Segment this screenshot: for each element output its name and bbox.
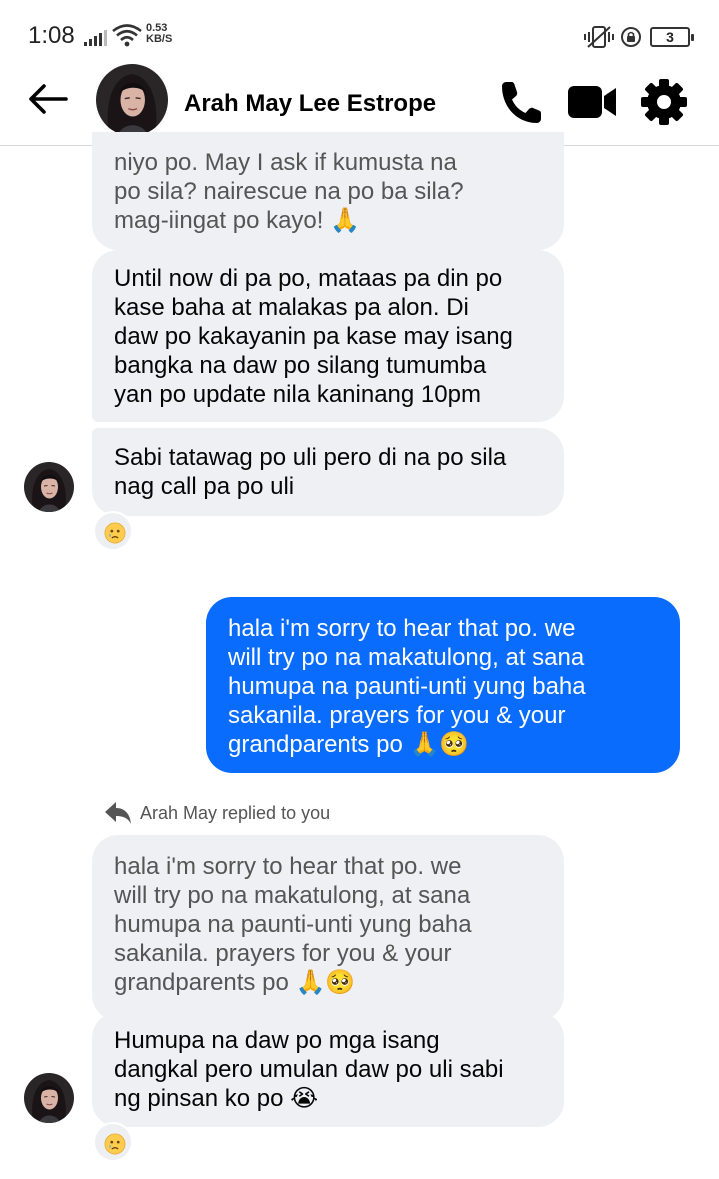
crying-face-reaction-icon	[104, 1133, 126, 1155]
message-text-line: hala i'm sorry to hear that po. we	[228, 615, 576, 642]
message-text-line: sakanila. prayers for you & your	[228, 702, 566, 729]
message-text-line: niyo po. May I ask if kumusta na	[114, 149, 457, 176]
message-text-line: po sila? nairescue na po ba sila?	[114, 178, 464, 205]
message-text-line: grandparents po 🙏🥺	[228, 731, 470, 758]
video-call-icon[interactable]	[566, 82, 618, 122]
sender-avatar[interactable]	[24, 1073, 74, 1123]
settings-gear-icon[interactable]	[640, 78, 688, 126]
sender-avatar[interactable]	[24, 462, 74, 512]
message-text-line: bangka na daw po silang tumumba	[114, 352, 487, 379]
message-text-line: Sabi tatawag po uli pero di na po sila	[114, 444, 507, 471]
message-bubble-incoming[interactable]: Humupa na daw po mga isang dangkal pero …	[92, 1012, 564, 1127]
status-time: 1:08	[28, 22, 75, 49]
contact-name[interactable]: Arah May Lee Estrope	[184, 90, 436, 118]
message-bubble-incoming[interactable]: Sabi tatawag po uli pero di na po sila n…	[92, 428, 564, 516]
message-bubble-incoming[interactable]: Until now di pa po, mataas pa din po kas…	[92, 250, 564, 422]
message-text-line: sakanila. prayers for you & your	[114, 940, 452, 967]
message-bubble-outgoing[interactable]: hala i'm sorry to hear that po. we will …	[206, 597, 680, 773]
cellular-signal-icon	[84, 30, 107, 46]
message-reaction[interactable]	[93, 511, 133, 551]
message-text-line: humupa na paunti-unti yung baha	[114, 911, 472, 938]
message-text-line: yan po update nila kaninang 10pm	[114, 381, 481, 408]
network-speed-unit: KB/S	[146, 33, 173, 45]
phone-call-icon[interactable]	[496, 78, 544, 126]
message-text-line: hala i'm sorry to hear that po. we	[114, 853, 462, 880]
message-text-line: kase baha at malakas pa alon. Di	[114, 294, 469, 321]
network-speed: 0.53 KB/S	[146, 23, 172, 45]
message-text-line: Until now di pa po, mataas pa din po	[114, 265, 503, 292]
message-text-line: grandparents po 🙏🥺	[114, 969, 356, 996]
reply-arrow-icon	[105, 802, 131, 824]
message-text-line: dangkal pero umulan daw po uli sabi	[114, 1056, 504, 1083]
back-arrow-icon[interactable]	[26, 82, 70, 116]
reply-indicator-text: Arah May replied to you	[140, 803, 331, 823]
vibrate-mode-icon	[584, 26, 614, 48]
message-text-line: will try po na makatulong, at sana	[114, 882, 471, 909]
crying-face-reaction-icon	[104, 522, 126, 544]
quoted-message-bubble[interactable]: hala i'm sorry to hear that po. we will …	[92, 835, 564, 1021]
message-text-line: ng pinsan ko po 😭	[114, 1085, 319, 1112]
status-bar: 1:08 0.53 KB/S 3	[0, 0, 719, 70]
message-text-line: daw po kakayanin pa kase may isang	[114, 323, 513, 350]
battery-indicator: 3	[650, 27, 694, 47]
alarm-icon	[621, 27, 641, 47]
message-bubble-incoming[interactable]: niyo po. May I ask if kumusta na po sila…	[92, 132, 564, 250]
message-text-line: will try po na makatulong, at sana	[228, 644, 585, 671]
contact-avatar[interactable]	[96, 64, 168, 136]
message-text-line: nag call pa po uli	[114, 473, 295, 500]
message-text-line: mag-iingat po kayo! 🙏	[114, 207, 360, 234]
message-reaction[interactable]	[93, 1122, 133, 1162]
message-text-line: humupa na paunti-unti yung baha	[228, 673, 586, 700]
message-text-line: Humupa na daw po mga isang	[114, 1027, 440, 1054]
wifi-icon	[112, 24, 142, 47]
